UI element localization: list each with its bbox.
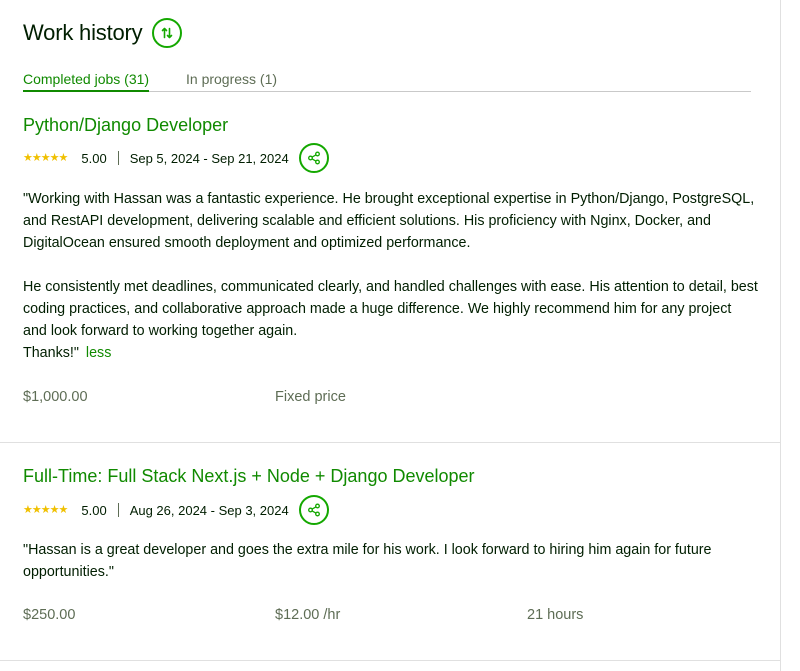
star-icon: ★	[40, 503, 51, 516]
star-rating: ★ ★ ★ ★ ★	[23, 151, 69, 164]
review-paragraph: Thanks!" less	[23, 342, 758, 364]
share-icon	[307, 151, 320, 165]
review-paragraph: "Hassan is a great developer and goes th…	[23, 542, 712, 580]
right-border	[780, 0, 781, 671]
star-icon: ★	[58, 151, 69, 164]
star-icon: ★	[58, 503, 69, 516]
sort-button[interactable]	[152, 18, 183, 48]
share-icon	[307, 503, 320, 517]
earned-amount: $1,000.00	[23, 389, 88, 405]
share-button[interactable]	[298, 495, 329, 525]
review-text: "Working with Hassan was a fantastic exp…	[23, 188, 758, 364]
star-icon: ★	[40, 151, 51, 164]
star-icon: ★	[23, 151, 33, 164]
less-link[interactable]: less	[86, 345, 111, 361]
job-title-link[interactable]: Python/Django Developer	[23, 115, 228, 136]
earned-amount: $250.00	[23, 607, 76, 623]
job-earnings-row: $1,000.00 Fixed price	[23, 389, 758, 409]
rating-value: 5.00	[81, 150, 107, 166]
job-earnings-row: $250.00 $12.00 /hr 21 hours	[23, 607, 758, 627]
job-divider	[0, 442, 780, 443]
job-dates: Aug 26, 2024 - Sep 3, 2024	[129, 502, 289, 518]
meta-separator	[117, 503, 119, 517]
sort-arrows-icon	[162, 27, 173, 39]
review-paragraph: "Working with Hassan was a fantastic exp…	[23, 191, 755, 251]
star-icon: ★	[31, 151, 42, 164]
job-dates: Sep 5, 2024 - Sep 21, 2024	[129, 150, 289, 166]
tab-in-progress[interactable]: In progress (1)	[186, 71, 277, 87]
review-text: "Hassan is a great developer and goes th…	[23, 539, 758, 583]
star-icon: ★	[49, 151, 60, 164]
hours-worked: 21 hours	[527, 607, 584, 623]
job-meta: ★ ★ ★ ★ ★ 5.00 Sep 5, 2024 - Sep 21, 202…	[23, 143, 329, 173]
section-header: Work history	[23, 18, 183, 48]
job-title-link[interactable]: Full-Time: Full Stack Next.js + Node + D…	[23, 466, 475, 487]
review-closing: Thanks!"	[23, 345, 79, 361]
hourly-rate: $12.00 /hr	[275, 607, 341, 623]
review-paragraph: He consistently met deadlines, communica…	[23, 279, 758, 339]
rating-value: 5.00	[81, 502, 107, 518]
job-meta: ★ ★ ★ ★ ★ 5.00 Aug 26, 2024 - Sep 3, 202…	[23, 495, 329, 525]
star-icon: ★	[31, 503, 42, 516]
star-rating: ★ ★ ★ ★ ★	[23, 503, 69, 516]
tab-bar: Completed jobs (31) In progress (1)	[23, 70, 751, 92]
tab-completed-jobs[interactable]: Completed jobs (31)	[23, 71, 150, 92]
star-icon: ★	[23, 503, 33, 516]
star-icon: ★	[49, 503, 60, 516]
meta-separator	[117, 151, 119, 165]
page-title: Work history	[23, 20, 143, 45]
rate-type: Fixed price	[275, 389, 346, 405]
job-divider	[0, 660, 780, 661]
share-button[interactable]	[298, 143, 329, 173]
